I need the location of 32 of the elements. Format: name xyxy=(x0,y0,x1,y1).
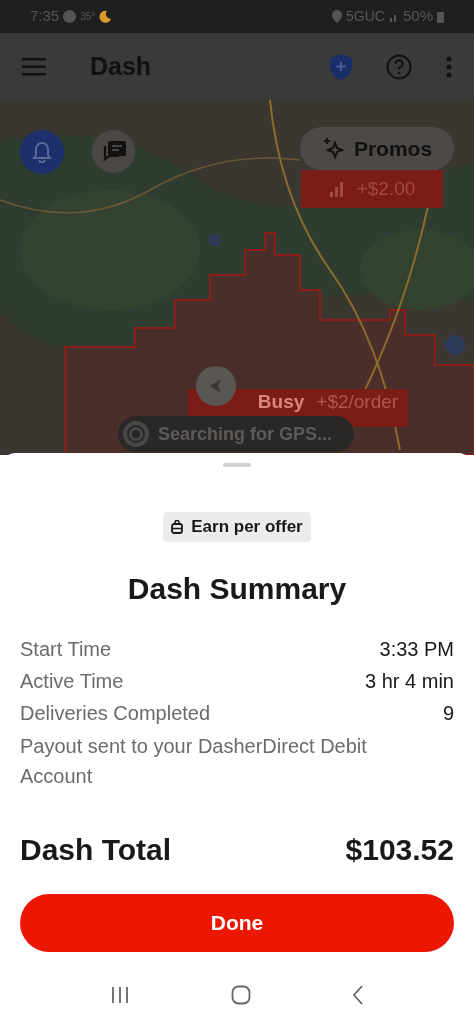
total-amount: $103.52 xyxy=(345,832,454,868)
busy-bonus: +$2/order xyxy=(316,391,399,413)
home-icon[interactable] xyxy=(231,985,251,1005)
total-label: Dash Total xyxy=(20,832,172,868)
row-value: 3:33 PM xyxy=(379,637,454,662)
recent-apps-icon[interactable] xyxy=(110,986,131,1004)
do-not-disturb-icon xyxy=(63,10,77,23)
moon-icon xyxy=(99,10,113,23)
done-button[interactable]: Done xyxy=(20,894,454,952)
shield-icon[interactable] xyxy=(330,53,352,80)
row-value: 9 xyxy=(442,701,454,726)
battery-icon xyxy=(437,10,444,23)
bag-icon xyxy=(171,520,184,534)
earn-per-offer-badge: Earn per offer xyxy=(163,512,311,542)
location-pin-icon xyxy=(332,10,343,23)
busy-label: Busy xyxy=(257,391,305,413)
crosshair-icon xyxy=(122,420,150,448)
row-value: 3 hr 4 min xyxy=(365,669,454,694)
bell-icon xyxy=(32,141,52,163)
help-icon[interactable] xyxy=(386,53,412,80)
row-label: Active Time xyxy=(20,669,124,694)
drag-handle[interactable] xyxy=(223,463,251,467)
summary-title: Dash Summary xyxy=(127,571,347,607)
more-options-icon[interactable] xyxy=(446,55,452,78)
sparkle-icon xyxy=(321,136,346,161)
row-label: Deliveries Completed xyxy=(20,701,211,726)
payout-note: Payout sent to your DasherDirect Debit Account xyxy=(20,734,368,789)
back-icon[interactable] xyxy=(351,985,364,1005)
menu-icon[interactable] xyxy=(22,57,46,76)
promos-button[interactable]: Promos xyxy=(300,127,454,170)
row-label: Start Time xyxy=(20,637,112,662)
signal-bars-icon xyxy=(328,181,345,197)
